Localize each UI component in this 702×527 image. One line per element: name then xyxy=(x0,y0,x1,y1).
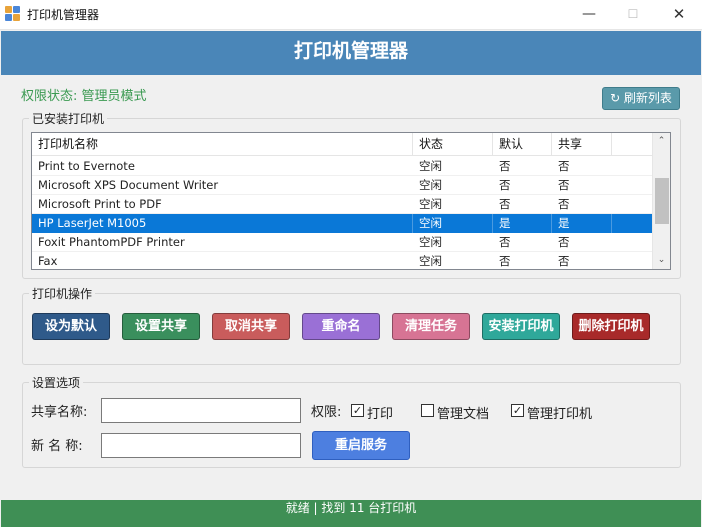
column-header-filler xyxy=(612,133,653,156)
set-share-button[interactable]: 设置共享 xyxy=(122,313,200,340)
window-title: 打印机管理器 xyxy=(27,8,100,22)
printer-table[interactable]: 打印机名称 状态 默认 共享 Print to Evernote 空闲 否 否 … xyxy=(31,132,671,270)
cell-shared: 否 xyxy=(558,178,570,192)
cell-default: 否 xyxy=(499,159,511,173)
cell-name: Fax xyxy=(38,254,58,268)
cell-name: Microsoft Print to PDF xyxy=(38,197,162,211)
checkbox-checked-icon[interactable]: ✓ xyxy=(351,404,364,417)
column-header-shared[interactable]: 共享 xyxy=(552,133,612,156)
printer-operations-label: 打印机操作 xyxy=(29,285,96,302)
header-banner: 打印机管理器 xyxy=(1,31,701,75)
manage-docs-permission-checkbox[interactable]: 管理文档 xyxy=(421,403,496,422)
cell-name: Microsoft XPS Document Writer xyxy=(38,178,219,192)
rename-button[interactable]: 重命名 xyxy=(302,313,380,340)
cell-status: 空闲 xyxy=(419,235,442,249)
set-default-button[interactable]: 设为默认 xyxy=(32,313,110,340)
cell-status: 空闲 xyxy=(419,197,442,211)
cell-default: 否 xyxy=(499,254,511,268)
close-button[interactable]: ✕ xyxy=(656,0,702,30)
refresh-list-button[interactable]: ↻ 刷新列表 xyxy=(602,87,680,110)
share-name-label: 共享名称: xyxy=(31,405,88,420)
cell-status: 空闲 xyxy=(419,159,442,173)
new-name-input[interactable] xyxy=(101,433,301,458)
cell-shared: 否 xyxy=(558,235,570,249)
minimize-button[interactable]: — xyxy=(566,0,612,30)
cell-name: Foxit PhantomPDF Printer xyxy=(38,235,185,249)
checkbox-label: 管理打印机 xyxy=(527,407,593,422)
table-header: 打印机名称 状态 默认 共享 xyxy=(32,133,653,156)
delete-printer-button[interactable]: 删除打印机 xyxy=(572,313,650,340)
status-bar: 就绪 | 找到 11 台打印机 xyxy=(1,500,701,527)
cell-status: 空闲 xyxy=(419,254,442,268)
table-row[interactable]: Microsoft Print to PDF 空闲 否 否 xyxy=(32,195,653,214)
new-name-label: 新 名 称: xyxy=(31,439,83,454)
cell-shared: 是 xyxy=(552,214,612,233)
installed-printers-label: 已安装打印机 xyxy=(29,110,108,127)
cell-status: 空闲 xyxy=(413,214,493,233)
column-header-name[interactable]: 打印机名称 xyxy=(32,133,413,156)
table-row[interactable]: Microsoft XPS Document Writer 空闲 否 否 xyxy=(32,176,653,195)
cell-name: HP LaserJet M1005 xyxy=(32,214,413,233)
scroll-down-icon[interactable]: ⌄ xyxy=(653,252,670,269)
window-titlebar: 打印机管理器 — ☐ ✕ xyxy=(0,0,702,30)
permission-label: 权限: xyxy=(311,405,342,420)
cancel-share-button[interactable]: 取消共享 xyxy=(212,313,290,340)
clear-jobs-button[interactable]: 清理任务 xyxy=(392,313,470,340)
checkbox-unchecked-icon[interactable] xyxy=(421,404,434,417)
checkbox-checked-icon[interactable]: ✓ xyxy=(511,404,524,417)
table-row[interactable]: Fax 空闲 否 否 xyxy=(32,252,653,269)
table-row-selected[interactable]: HP LaserJet M1005 空闲 是 是 xyxy=(32,214,653,233)
printer-app-icon xyxy=(5,6,21,22)
cell-status: 空闲 xyxy=(419,178,442,192)
maximize-button[interactable]: ☐ xyxy=(610,0,656,30)
restart-service-button[interactable]: 重启服务 xyxy=(312,431,410,460)
print-permission-checkbox[interactable]: ✓ 打印 xyxy=(351,403,401,422)
table-row[interactable]: Print to Evernote 空闲 否 否 xyxy=(32,157,653,176)
scroll-up-icon[interactable]: ⌃ xyxy=(653,133,670,150)
share-name-input[interactable] xyxy=(101,398,301,423)
settings-label: 设置选项 xyxy=(29,374,84,391)
cell-name: Print to Evernote xyxy=(38,159,135,173)
table-scrollbar[interactable]: ⌃ ⌄ xyxy=(652,133,670,269)
column-header-status[interactable]: 状态 xyxy=(413,133,493,156)
cell-shared: 否 xyxy=(558,197,570,211)
scroll-thumb[interactable] xyxy=(655,178,669,224)
cell-default: 是 xyxy=(493,214,552,233)
manage-printer-permission-checkbox[interactable]: ✓ 管理打印机 xyxy=(511,403,601,422)
install-printer-button[interactable]: 安装打印机 xyxy=(482,313,560,340)
cell-default: 否 xyxy=(499,178,511,192)
cell-shared: 否 xyxy=(558,254,570,268)
permission-status: 权限状态: 管理员模式 xyxy=(21,89,147,104)
cell-shared: 否 xyxy=(558,159,570,173)
checkbox-label: 管理文档 xyxy=(437,407,490,422)
checkbox-label: 打印 xyxy=(367,407,394,422)
table-row[interactable]: Foxit PhantomPDF Printer 空闲 否 否 xyxy=(32,233,653,252)
column-header-default[interactable]: 默认 xyxy=(493,133,552,156)
cell-default: 否 xyxy=(499,235,511,249)
cell-default: 否 xyxy=(499,197,511,211)
